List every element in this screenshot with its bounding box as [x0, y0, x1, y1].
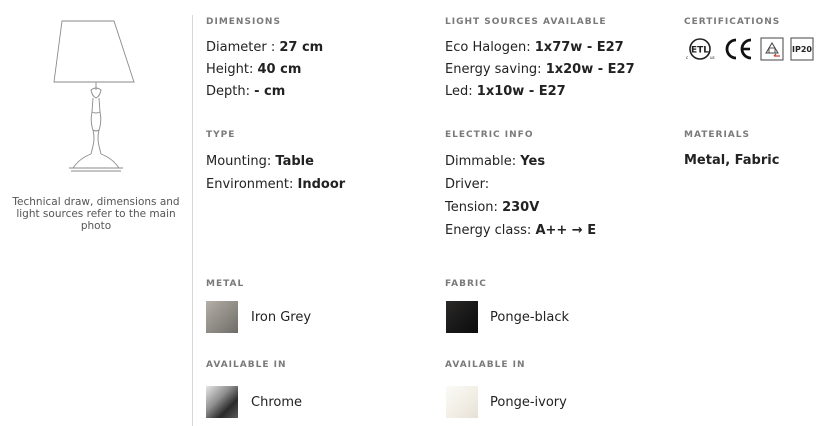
electric-info-section: ELECTRIC INFO Dimmable: Yes Driver: Tens… — [445, 130, 596, 242]
electric-driver: Driver: — [445, 177, 490, 192]
light-sources-heading: LIGHT SOURCES AVAILABLE — [445, 17, 607, 27]
class2-icon — [760, 37, 784, 61]
svg-text:ETL: ETL — [691, 46, 709, 56]
ip20-icon: IP20 — [790, 37, 814, 61]
dimensions-heading: DIMENSIONS — [206, 17, 281, 27]
column-divider — [192, 15, 193, 426]
iron-grey-swatch[interactable] — [206, 301, 238, 333]
type-environment: Environment: Indoor — [206, 177, 346, 192]
light-source-energy-saving: Energy saving: 1x20w - E27 — [445, 62, 635, 77]
fabric-swatch-label: Ponge-black — [490, 309, 570, 325]
dimension-height: Height: 40 cm — [206, 62, 302, 77]
ivory-swatch-option[interactable]: Ponge-ivory — [446, 386, 567, 418]
metal-swatch-option[interactable]: Iron Grey — [206, 301, 311, 333]
electric-tension: Tension: 230V — [445, 200, 540, 215]
materials-section: MATERIALS Metal, Fabric — [684, 130, 779, 172]
lamp-technical-drawing — [40, 18, 152, 178]
chrome-swatch-option[interactable]: Chrome — [206, 386, 302, 418]
materials-heading: MATERIALS — [684, 130, 750, 140]
electric-energy-class: Energy class: A++ → E — [445, 223, 597, 238]
light-source-led: Led: 1x10w - E27 — [445, 84, 566, 99]
etl-icon: ETL c us — [684, 37, 716, 61]
metal-heading: METAL — [206, 279, 245, 289]
chrome-swatch-label: Chrome — [251, 394, 302, 410]
fabric-section: FABRIC — [445, 279, 487, 289]
metal-section: METAL — [206, 279, 244, 289]
type-section: TYPE Mounting: Table Environment: Indoor — [206, 130, 345, 196]
light-source-halogen: Eco Halogen: 1x77w - E27 — [445, 40, 624, 55]
ponge-black-swatch[interactable] — [446, 301, 478, 333]
metal-available-heading: AVAILABLE IN — [206, 360, 287, 370]
svg-text:c: c — [686, 55, 688, 60]
electric-dimmable: Dimmable: Yes — [445, 154, 546, 169]
fabric-available-heading: AVAILABLE IN — [445, 360, 526, 370]
ponge-ivory-swatch[interactable] — [446, 386, 478, 418]
chrome-swatch[interactable] — [206, 386, 238, 418]
type-mounting: Mounting: Table — [206, 154, 314, 169]
metal-swatch-label: Iron Grey — [251, 309, 312, 325]
ip-rating-label: IP20 — [792, 44, 812, 54]
type-heading: TYPE — [206, 130, 236, 140]
fabric-swatch-option[interactable]: Ponge-black — [446, 301, 569, 333]
fabric-available-section: AVAILABLE IN — [445, 360, 525, 370]
dimensions-section: DIMENSIONS Diameter : 27 cm Height: 40 c… — [206, 17, 323, 103]
ce-icon — [722, 37, 754, 61]
svg-text:us: us — [710, 55, 715, 60]
table-lamp-icon — [53, 20, 135, 172]
dimension-depth: Depth: - cm — [206, 84, 286, 99]
light-sources-section: LIGHT SOURCES AVAILABLE Eco Halogen: 1x7… — [445, 17, 635, 103]
fabric-heading: FABRIC — [445, 279, 487, 289]
certifications-heading: CERTIFICATIONS — [684, 17, 781, 27]
metal-available-section: AVAILABLE IN — [206, 360, 286, 370]
certifications-section: CERTIFICATIONS ETL c us IP20 — [684, 17, 814, 61]
electric-info-heading: ELECTRIC INFO — [445, 130, 534, 140]
ivory-swatch-label: Ponge-ivory — [490, 394, 567, 410]
dimension-diameter: Diameter : 27 cm — [206, 40, 324, 55]
drawing-caption: Technical draw, dimensions and light sou… — [12, 196, 180, 232]
materials-value: Metal, Fabric — [684, 153, 780, 168]
